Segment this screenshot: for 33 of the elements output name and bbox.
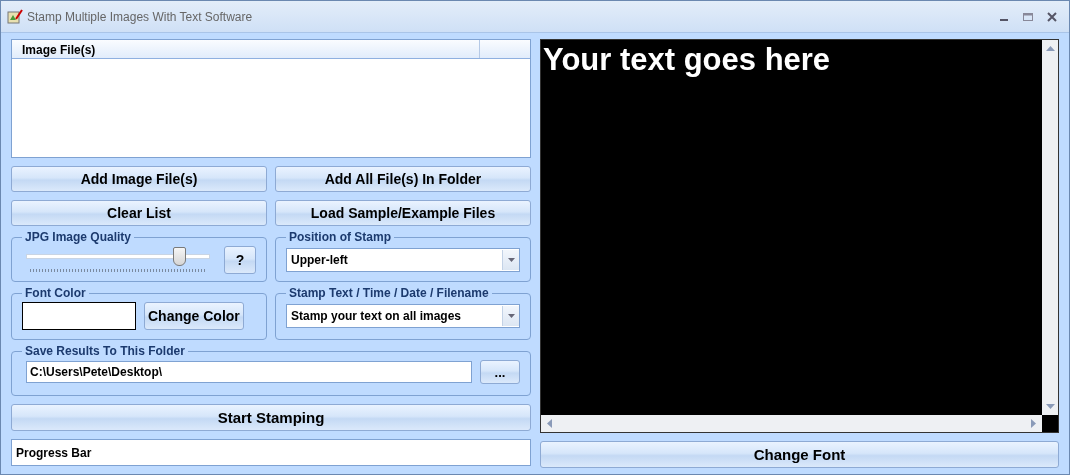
action-button[interactable]: Clear List [11, 200, 267, 226]
action-button[interactable]: Add Image File(s) [11, 166, 267, 192]
scroll-left-icon[interactable] [547, 419, 552, 428]
group-label: JPG Image Quality [24, 230, 133, 244]
folder-path-field[interactable]: C:\Users\Pete\Desktop\ [26, 361, 472, 383]
scroll-right-icon[interactable] [1031, 419, 1036, 428]
scroll-up-icon[interactable] [1045, 46, 1055, 51]
group-label: Font Color [24, 286, 87, 300]
scroll-down-icon[interactable] [1045, 404, 1055, 409]
change-font-button[interactable]: Change Font [540, 441, 1059, 468]
dropdown-arrow-icon [507, 258, 515, 262]
start-stamping-button[interactable]: Start Stamping [11, 404, 531, 431]
stamp-text-dropdown[interactable]: Stamp your text on all images [286, 304, 520, 328]
file-list[interactable]: Image File(s) [11, 39, 531, 158]
preview-text: Your text goes here [543, 42, 831, 77]
quality-slider[interactable] [26, 247, 210, 273]
maximize-icon[interactable] [1023, 11, 1033, 22]
action-button[interactable]: Add All File(s) In Folder [275, 166, 531, 192]
group-label: Stamp Text / Time / Date / Filename [288, 286, 490, 300]
change-color-button[interactable]: Change Color [144, 302, 244, 330]
dropdown-arrow-icon [507, 314, 515, 318]
action-button[interactable]: Load Sample/Example Files [275, 200, 531, 226]
close-icon[interactable] [1047, 11, 1057, 22]
horizontal-scrollbar[interactable] [541, 415, 1042, 432]
window-title: Stamp Multiple Images With Text Software [27, 9, 253, 24]
position-dropdown[interactable]: Upper-left [286, 248, 520, 272]
help-button[interactable]: ? [224, 246, 256, 274]
group-label: Save Results To This Folder [24, 344, 186, 358]
app-icon [7, 8, 23, 25]
progress-field[interactable]: Progress Bar [11, 439, 531, 466]
browse-button[interactable]: ... [480, 360, 520, 384]
vertical-scrollbar[interactable] [1042, 40, 1058, 415]
group-label: Position of Stamp [288, 230, 392, 244]
